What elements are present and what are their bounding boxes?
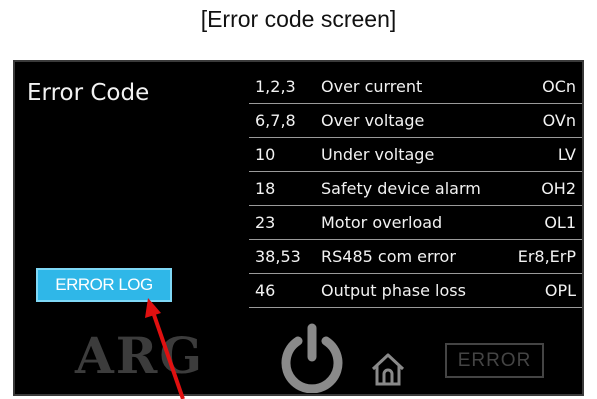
error-code-number: 23 (249, 205, 315, 240)
error-abbreviation: LV (507, 137, 582, 172)
table-row: 46 Output phase loss OPL (249, 273, 582, 308)
table-row: 23 Motor overload OL1 (249, 205, 582, 240)
error-code-table: 1,2,3 Over current OCn 6,7,8 Over voltag… (249, 70, 582, 308)
table-row: 38,53 RS485 com error Er8,ErP (249, 239, 582, 274)
error-code-number: 6,7,8 (249, 103, 315, 138)
error-abbreviation: OCn (507, 70, 582, 104)
error-description: Safety device alarm (315, 171, 507, 206)
table-row: 10 Under voltage LV (249, 137, 582, 172)
hmi-screen: Error Code 1,2,3 Over current OCn 6,7,8 … (13, 60, 584, 396)
table-row: 6,7,8 Over voltage OVn (249, 103, 582, 138)
error-log-button[interactable]: ERROR LOG (36, 268, 172, 302)
error-abbreviation: Er8,ErP (507, 239, 582, 274)
error-description: Motor overload (315, 205, 507, 240)
home-icon[interactable] (369, 351, 407, 387)
error-code-number: 38,53 (249, 239, 315, 274)
brand-logo: ARG (75, 326, 205, 385)
error-description: Output phase loss (315, 273, 507, 308)
table-row: 18 Safety device alarm OH2 (249, 171, 582, 206)
error-button[interactable]: ERROR (445, 343, 544, 378)
error-description: RS485 com error (315, 239, 507, 274)
power-icon[interactable] (278, 323, 346, 394)
error-abbreviation: OH2 (507, 171, 582, 206)
error-code-number: 46 (249, 273, 315, 308)
error-description: Under voltage (315, 137, 507, 172)
screen-caption: [Error code screen] (200, 6, 397, 32)
error-description: Over voltage (315, 103, 507, 138)
error-code-number: 10 (249, 137, 315, 172)
table-row: 1,2,3 Over current OCn (249, 70, 582, 104)
error-abbreviation: OL1 (507, 205, 582, 240)
page-title: Error Code (27, 80, 150, 106)
error-abbreviation: OPL (507, 273, 582, 308)
error-code-number: 1,2,3 (249, 70, 315, 104)
error-abbreviation: OVn (507, 103, 582, 138)
error-description: Over current (315, 70, 507, 104)
error-code-number: 18 (249, 171, 315, 206)
